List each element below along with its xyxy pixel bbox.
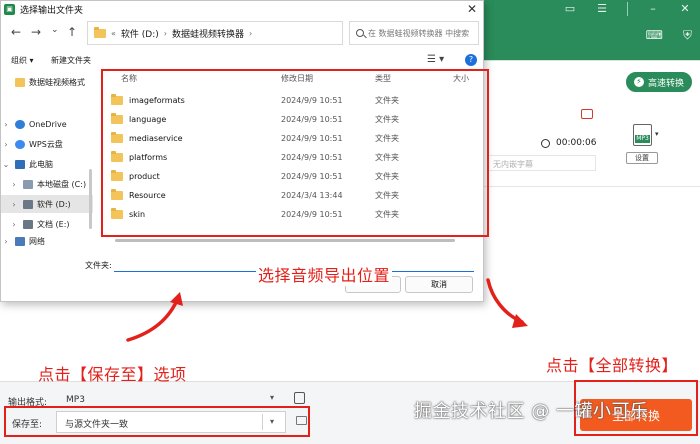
nav-chevron[interactable]: › [9,180,19,189]
nav-scrollbar[interactable] [89,169,92,229]
nav-item-network[interactable]: › 网络 [1,235,93,247]
file-row-divider [480,186,700,187]
chevron-down-icon[interactable]: ▾ [270,393,274,402]
mp3-format-icon[interactable]: MP3 [633,124,652,146]
app-logo-icon: ▣ [4,3,15,15]
annotation-click-save-to: 点击【保存至】选项 [38,365,187,384]
save-to-highlight [4,406,310,437]
forward-icon[interactable]: → [31,25,41,39]
nav-item-label: WPS云盘 [29,139,63,149]
help-icon[interactable]: ? [465,54,477,66]
edit-file-icon[interactable] [581,109,593,119]
cancel-button[interactable]: 取消 [405,276,473,293]
search-icon [356,29,364,37]
watermark: 掘金技术社区 @ 一罐小可乐 [414,401,649,422]
breadcrumb-separator[interactable]: › [249,29,252,38]
app-toolbar-icons: ⌨ ⛨ [646,28,692,43]
recent-dropdown-icon[interactable]: ⌄ [51,25,59,35]
nav-item-quick-folder[interactable]: 数据蛙视频格式 [1,73,93,91]
nav-chevron[interactable]: › [1,237,11,246]
nav-item-this-pc[interactable]: ⌄ 此电脑 [1,155,93,173]
close-icon[interactable]: ✕ [467,2,477,16]
cloud-icon [15,139,25,149]
breadcrumb-separator[interactable]: › [164,29,167,38]
drive-icon [23,179,33,189]
settings-button[interactable]: 设置 [626,152,658,164]
app-title-bar: ▭ ☰ – ✕ ⌨ ⛨ [480,0,700,60]
nav-chevron[interactable]: ⌄ [1,160,11,169]
folder-icon [15,77,25,87]
dialog-title: 选择输出文件夹 [20,5,84,16]
dialog-toolbar: 组织 ▾ 新建文件夹 ☰ ▾ ? [1,51,483,71]
nav-item-label: 此电脑 [29,159,53,169]
file-list-highlight [101,69,489,237]
arrow-to-convert-icon [486,278,528,328]
annotation-click-convert-all: 点击【全部转换】 [546,356,679,375]
folder-icon [94,26,106,38]
fast-convert-toggle[interactable]: ⚡ 高速转换 [626,72,692,92]
duration-value: 00:00:06 [556,138,597,148]
close-icon[interactable]: ✕ [678,2,692,16]
title-separator [627,2,628,16]
nav-chevron[interactable]: › [9,220,19,229]
search-placeholder: 在 数据蛙视频转换器 中搜索 [368,28,470,38]
nav-item-drive-e[interactable]: › 文档 (E:) [1,215,93,233]
mp3-format-label: MP3 [635,135,650,143]
computer-icon [15,159,25,169]
select-folder-dialog: ▣ 选择输出文件夹 ✕ ← → ⌄ ↑ « 软件 (D:) › 数据蛙视频转换器… [0,0,489,302]
nav-item-label: 本地磁盘 (C:) [37,179,87,189]
nav-item-label: OneDrive [29,119,67,129]
menu-icon[interactable]: ☰ [595,2,609,16]
dialog-title-bar: ▣ 选择输出文件夹 ✕ [1,1,483,17]
header-divider [480,60,700,61]
bolt-icon: ⚡ [633,77,644,87]
breadcrumb-item[interactable]: 数据蛙视频转换器 [172,27,244,40]
duration-display: 00:00:06 [541,138,596,148]
nav-item-label: 网络 [29,236,45,246]
chevron-down-icon[interactable]: ▾ [655,130,659,138]
annotation-choose-location: 选择音频导出位置 [256,262,393,286]
nav-chevron[interactable]: › [1,120,11,129]
drive-icon [23,219,33,229]
nav-item-label: 软件 (D:) [37,199,71,209]
arrow-to-save-icon [126,292,183,342]
back-icon[interactable]: ← [11,25,21,39]
breadcrumb-item[interactable]: 软件 (D:) [121,27,159,40]
breadcrumb-overflow[interactable]: « [111,29,116,38]
window-controls: ▭ ☰ – ✕ [563,2,692,16]
nav-item-wps[interactable]: › WPS云盘 [1,135,93,153]
output-format-select[interactable]: MP3 [66,395,85,405]
shield-icon[interactable]: ⛨ [683,28,692,43]
cloud-icon [15,119,25,129]
format-settings-icon[interactable] [294,392,305,404]
fast-convert-label: 高速转换 [647,78,684,89]
nav-item-onedrive[interactable]: › OneDrive [1,115,93,133]
nav-item-drive-d[interactable]: › 软件 (D:) [1,195,93,213]
view-options-icon[interactable]: ☰ ▾ [427,54,444,65]
chat-icon[interactable]: ⌨ [646,28,663,43]
minimize-icon[interactable]: – [646,2,660,16]
feedback-icon[interactable]: ▭ [563,2,577,16]
search-input[interactable]: 在 数据蛙视频转换器 中搜索 [349,21,479,45]
drive-icon [23,199,33,209]
nav-chevron[interactable]: › [1,140,11,149]
organize-menu[interactable]: 组织 ▾ [11,55,34,66]
navigation-pane: 数据蛙视频格式 › OneDrive › WPS云盘 ⌄ 此电脑 › 本地磁盘 … [1,73,93,249]
new-folder-button[interactable]: 新建文件夹 [51,55,91,66]
clock-icon [541,138,550,148]
nav-item-label: 数据蛙视频格式 [29,77,85,87]
network-icon [15,236,25,246]
nav-item-label: 文档 (E:) [37,219,70,229]
nav-chevron[interactable]: › [9,200,19,209]
horizontal-scrollbar[interactable] [115,239,455,242]
folder-field-label: 文件夹: [85,261,112,270]
nav-item-drive-c[interactable]: › 本地磁盘 (C:) [1,175,93,193]
address-bar[interactable]: « 软件 (D:) › 数据蛙视频转换器 › ⌄ ↻ [87,21,425,45]
subtitle-select[interactable]: 无内嵌字幕 [488,155,596,171]
up-icon[interactable]: ↑ [67,25,77,39]
